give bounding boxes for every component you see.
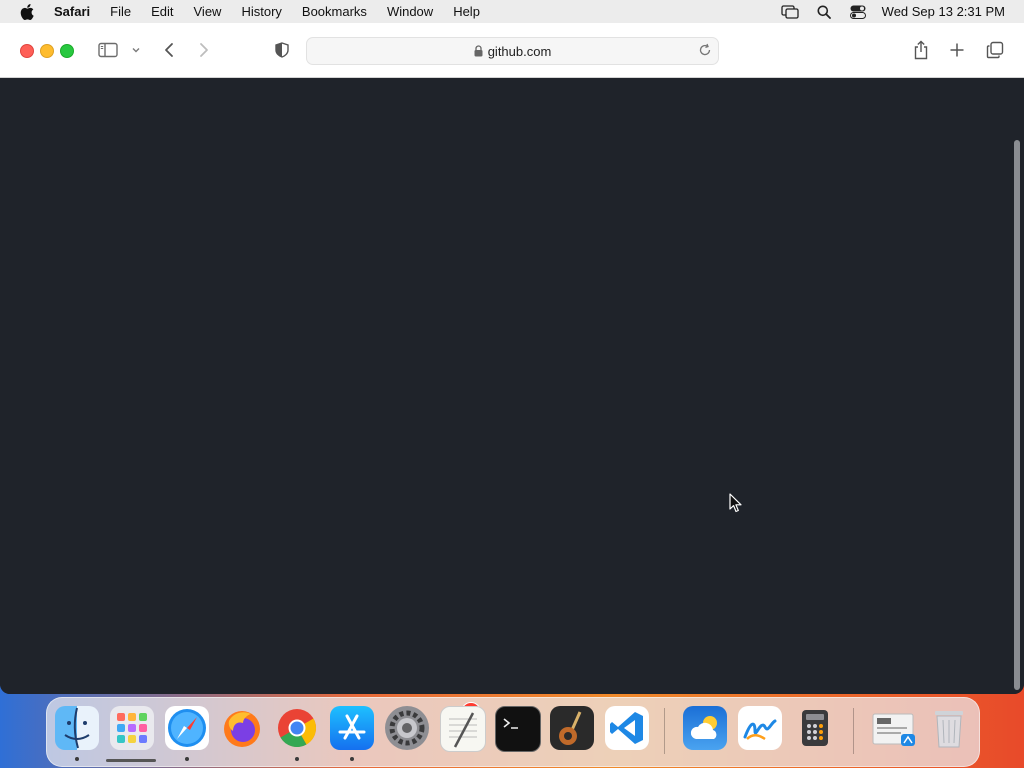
address-text: github.com [487,43,552,59]
menu-edit[interactable]: Edit [151,4,173,19]
apple-logo-icon[interactable] [20,3,36,20]
freeform-icon[interactable] [738,706,782,750]
dock-separator [853,708,854,754]
menu-window[interactable]: Window [387,4,433,19]
downloads-stack-icon[interactable] [871,706,919,750]
running-indicator [185,757,189,761]
privacy-shield-icon[interactable] [273,41,291,59]
trash-icon[interactable] [927,706,971,750]
share-icon[interactable] [912,39,930,61]
vscode-icon[interactable] [605,706,649,750]
menu-bar-clock[interactable]: Wed Sep 13 2:31 PM [882,4,1005,19]
running-indicator [350,757,354,761]
finder-icon[interactable] [55,706,99,750]
safari-icon[interactable] [165,706,209,750]
browser-toolbar: github.com [0,23,1024,78]
vertical-scrollbar[interactable] [1010,78,1024,694]
address-bar[interactable]: github.com [306,37,719,65]
menu-app-safari[interactable]: Safari [54,4,90,19]
settings-gear-icon[interactable] [385,706,429,750]
window-zoom-button[interactable] [60,44,74,58]
scrollbar-thumb[interactable] [1014,140,1020,690]
menu-file[interactable]: File [110,4,131,19]
menu-history[interactable]: History [241,4,281,19]
back-icon[interactable] [160,40,178,60]
window-close-button[interactable] [20,44,34,58]
lock-icon [474,45,484,57]
menu-help[interactable]: Help [453,4,480,19]
chevron-down-icon[interactable] [130,45,142,55]
window-minimize-button[interactable] [40,44,54,58]
app-store-icon[interactable] [330,706,374,750]
dock-separator [664,708,665,754]
menu-bar: Safari File Edit View History Bookmarks … [0,0,1024,24]
chrome-icon[interactable] [275,706,319,750]
sidebar-icon[interactable] [97,41,119,59]
reload-icon[interactable] [698,43,712,57]
dock-drag-indicator [106,759,156,762]
running-indicator [75,757,79,761]
running-indicator [295,757,299,761]
menu-bookmarks[interactable]: Bookmarks [302,4,367,19]
forward-icon[interactable] [195,40,213,60]
new-tab-icon[interactable] [948,41,966,59]
firefox-icon[interactable] [220,706,264,750]
screen-mirroring-icon[interactable] [780,4,800,20]
garageband-icon[interactable] [550,706,594,750]
menu-view[interactable]: View [194,4,222,19]
textedit-icon[interactable] [440,706,486,752]
tab-overview-icon[interactable] [985,41,1005,59]
mouse-pointer-icon [729,493,743,513]
control-center-icon[interactable] [848,4,868,20]
dock: 1 [46,697,980,767]
spotlight-search-icon[interactable] [814,4,834,20]
launchpad-icon[interactable] [110,706,154,750]
weather-icon[interactable] [683,706,727,750]
terminal-icon[interactable] [495,706,541,752]
web-page-content[interactable] [0,78,1010,694]
safari-window: github.com [0,23,1024,694]
calculator-icon[interactable] [793,706,837,750]
